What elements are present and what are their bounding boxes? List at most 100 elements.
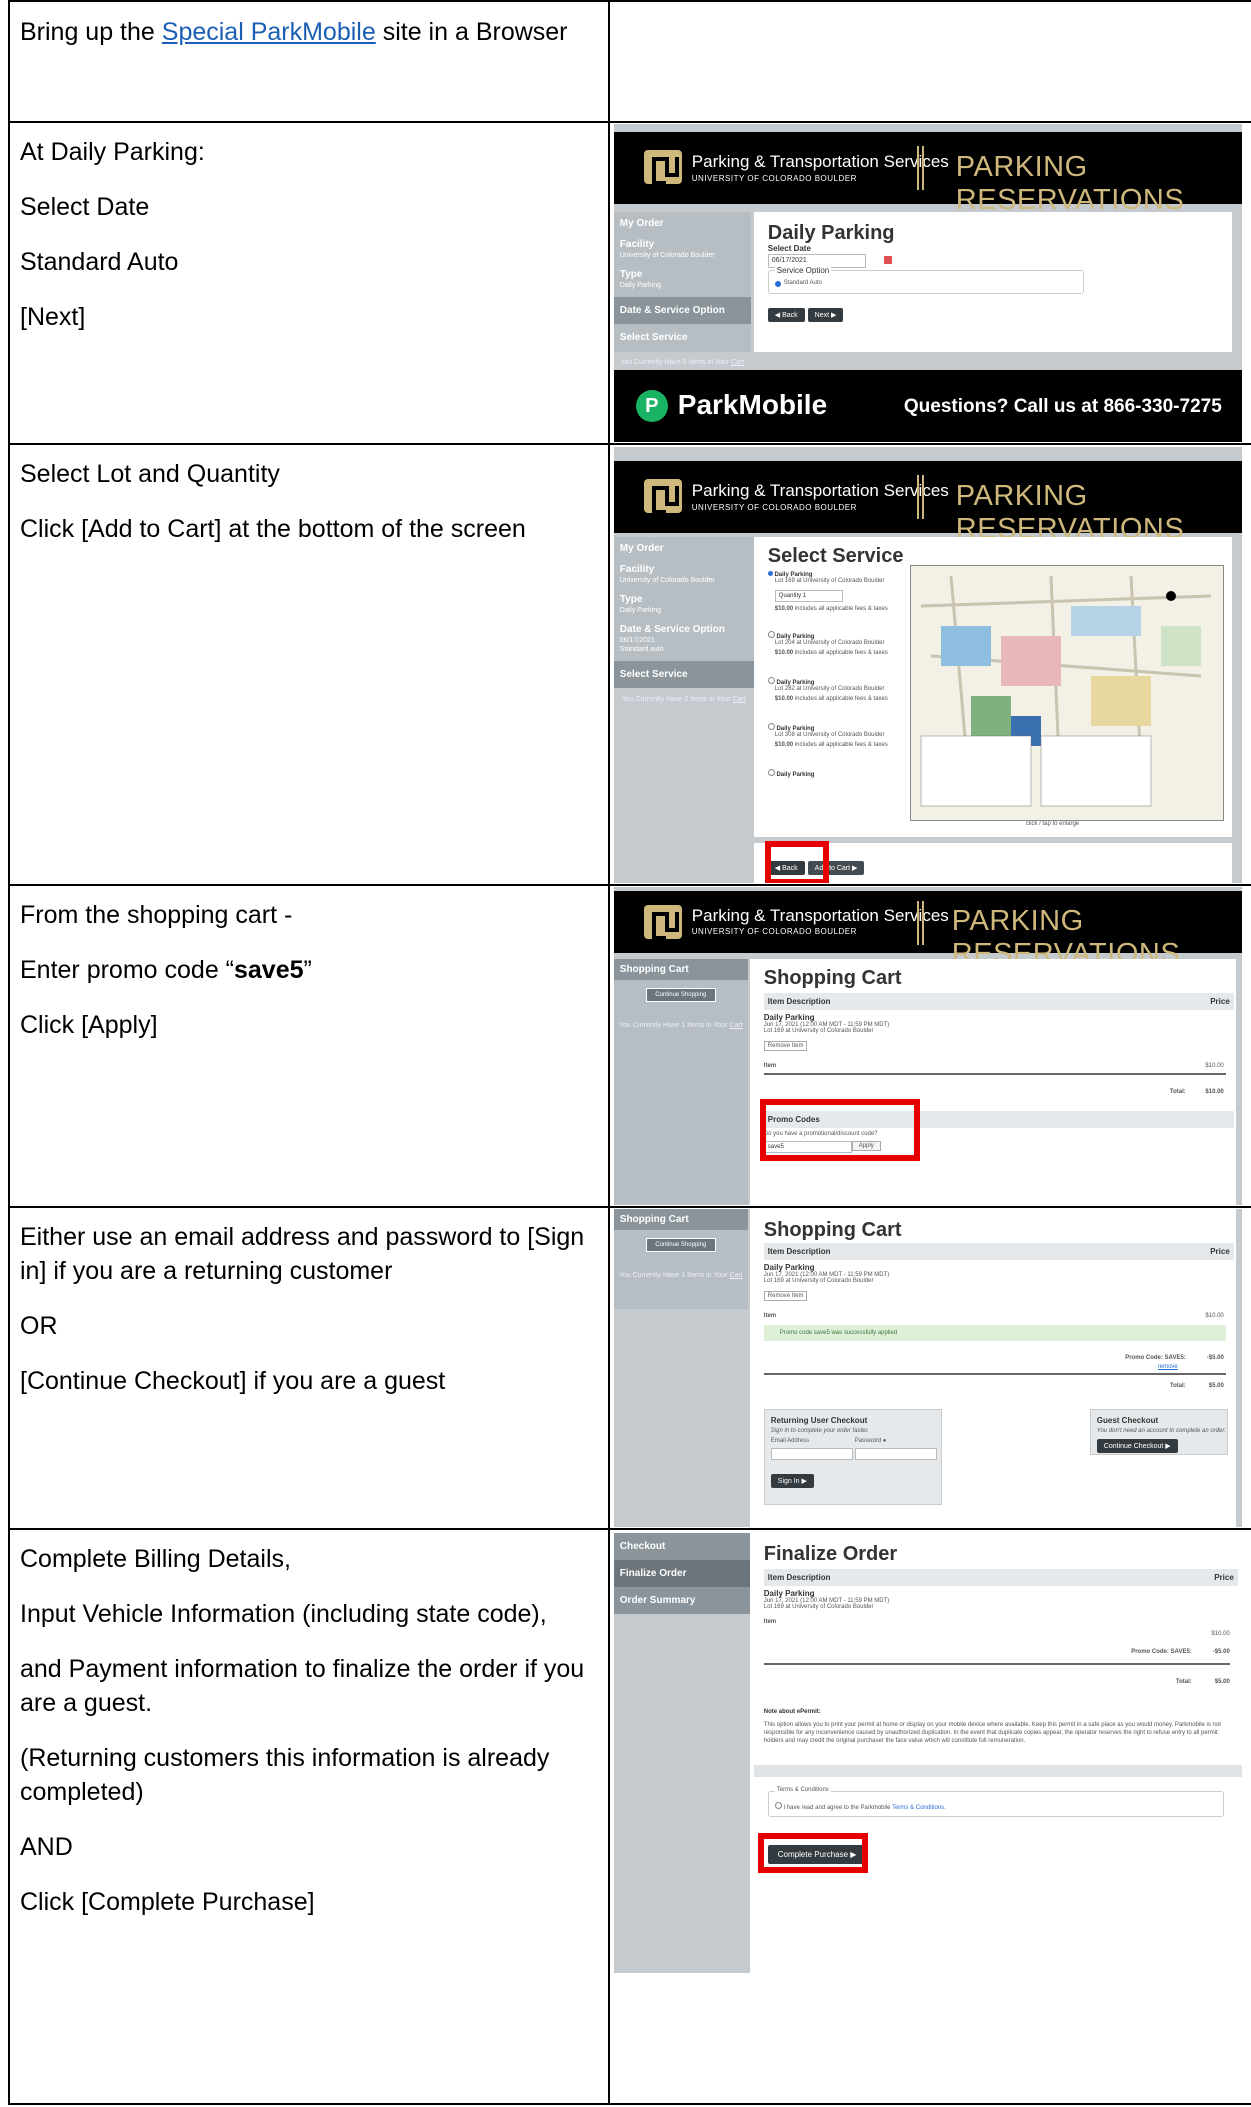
continue-checkout-button[interactable]: Continue Checkout ▶	[1096, 1439, 1178, 1453]
sign-in-button[interactable]: Sign In ▶	[770, 1474, 814, 1488]
info-icon: ●	[882, 1438, 887, 1444]
terms-link[interactable]: Terms & Conditions.	[892, 1805, 946, 1811]
lot-price-note: includes all applicable fees & taxes	[794, 606, 888, 612]
side-select-service[interactable]: Select Service	[620, 332, 745, 343]
promo-code-text: save5	[234, 956, 304, 984]
step-2-line-4: [Next]	[20, 303, 86, 331]
lot-price-note: includes all applicable fees & taxes	[794, 742, 888, 748]
remove-item-button[interactable]: Remove Item	[763, 1041, 808, 1051]
terms-checkbox[interactable]	[774, 1802, 782, 1809]
promo-remove-link[interactable]: remove	[1158, 1364, 1178, 1370]
lot-list: Daily Parking Lot 169 at University of C…	[767, 571, 892, 778]
total-value: $10.00	[1205, 1089, 1224, 1095]
finalize-main: Finalize Order Item Description Price Dai…	[753, 1533, 1242, 1973]
lot-radio[interactable]	[767, 677, 775, 684]
continue-shopping-button[interactable]: Continue Shopping	[645, 988, 716, 1002]
standard-auto-radio[interactable]	[774, 281, 781, 287]
step-4-image-cell: Parking & Transportation Services UNIVER…	[607, 884, 1251, 1208]
step-1-text-a: Bring up the	[20, 18, 162, 46]
lot-price: $10.00	[774, 742, 794, 748]
lot-price-note: includes all applicable fees & taxes	[794, 696, 888, 702]
step-4-cell: From the shopping cart - Enter promo cod…	[8, 884, 610, 1208]
returning-sub: Sign in to complete your order faster.	[770, 1428, 869, 1434]
lot-label: Lot 308 at University of Colorado Boulde…	[774, 732, 885, 738]
terms-text: I have read and agree to the Parkmobile	[783, 1805, 893, 1811]
side-order-summary[interactable]: Order Summary	[620, 1595, 744, 1606]
calendar-icon[interactable]	[883, 256, 892, 264]
lot-option[interactable]: Daily Parking Lot 204 at University of C…	[767, 631, 892, 677]
total-label: Total:	[1169, 1383, 1186, 1389]
side-cart-link[interactable]: Cart	[729, 1022, 742, 1029]
password-field[interactable]	[854, 1448, 937, 1460]
item-price: $10.00	[1211, 1631, 1230, 1637]
total-label: Total:	[1175, 1679, 1192, 1685]
special-parkmobile-link[interactable]: Special ParkMobile	[162, 18, 376, 46]
step-1-cell: Bring up the Special ParkMobile site in …	[8, 0, 610, 123]
step-3-cell: Select Lot and Quantity Click [Add to Ca…	[8, 443, 610, 886]
lot-price: $10.00	[774, 696, 794, 702]
lot-radio[interactable]	[767, 723, 775, 730]
side-facility-val: University of Colorado Boulder	[619, 252, 715, 259]
guest-title: Guest Checkout	[1096, 1416, 1159, 1425]
cu-logo-icon	[643, 905, 682, 940]
lot-option[interactable]: Daily Parking Lot 169 at University of C…	[767, 571, 892, 631]
cart-sidebar-2: Shopping Cart Continue Shopping You Curr…	[613, 1209, 748, 1309]
lot-label: Lot 169 at University of Colorado Boulde…	[774, 578, 885, 584]
finalize-item-name: Daily Parking	[763, 1589, 815, 1598]
parkmobile-logo-icon: P	[635, 390, 668, 422]
lot-option[interactable]: Daily Parking	[767, 769, 892, 778]
step-2-line-2: Select Date	[20, 193, 150, 221]
lot-radio[interactable]	[767, 769, 775, 776]
lot-price: $10.00	[774, 650, 794, 656]
step-4-line-2: Enter promo code “save5”	[20, 953, 598, 987]
side-my-order: My Order	[619, 543, 664, 554]
step-6-line-5: AND	[20, 1833, 73, 1861]
cu-banner-2: Parking & Transportation Services UNIVER…	[613, 461, 1242, 545]
lot-option[interactable]: Daily Parking Lot 282 at University of C…	[767, 677, 892, 723]
promo-quote-open: Enter promo code “	[20, 956, 234, 984]
cart-item-lot: Lot 169 at University of Colorado Boulde…	[763, 1028, 874, 1034]
step-1-text-b: site in a Browser	[375, 18, 568, 46]
continue-shopping-button[interactable]: Continue Shopping	[645, 1238, 716, 1252]
cart-title: Shopping Cart	[763, 1219, 902, 1241]
lot-radio[interactable]	[767, 631, 775, 638]
side-select-service[interactable]: Select Service	[620, 669, 748, 680]
parkmobile-questions: Questions? Call us at 866-330-7275	[903, 396, 1222, 417]
remove-item-button[interactable]: Remove Item	[763, 1291, 808, 1301]
step-6-line-4: (Returning customers this information is…	[20, 1744, 550, 1806]
step-2-line-1: At Daily Parking:	[20, 138, 205, 166]
quantity-select[interactable]: Quantity 1	[774, 590, 843, 602]
epermit-note-text: This option allows you to print your per…	[763, 1722, 1221, 1744]
lot-option[interactable]: Daily Parking Lot 308 at University of C…	[767, 723, 892, 769]
side-cart-link[interactable]: Cart	[731, 359, 744, 366]
lot-radio-selected[interactable]	[767, 571, 773, 576]
shopping-cart-screenshot: Parking & Transportation Services UNIVER…	[613, 887, 1242, 1205]
next-button[interactable]: Next ▶	[807, 308, 844, 322]
side-service-val: Standard auto	[619, 646, 664, 653]
side-type-val: Daily Parking	[619, 282, 662, 289]
promo-line-label: Promo Code: SAVE5:	[1131, 1649, 1192, 1655]
step-3-line-1: Select Lot and Quantity	[20, 460, 280, 488]
select-service-screenshot: Parking & Transportation Services UNIVER…	[613, 447, 1242, 883]
step-5-cell: Either use an email address and password…	[8, 1206, 610, 1530]
finalize-item-lot: Lot 169 at University of Colorado Boulde…	[763, 1604, 874, 1610]
campus-map[interactable]	[909, 565, 1224, 821]
email-field[interactable]	[770, 1448, 853, 1460]
side-date-service[interactable]: Date & Service Option	[620, 305, 745, 316]
side-facility: Facility	[619, 564, 655, 575]
campus-map-graphic	[910, 566, 1223, 820]
step-3-line-2: Click [Add to Cart] at the bottom of the…	[20, 515, 526, 543]
side-cart-link[interactable]: Cart	[732, 696, 745, 703]
back-button[interactable]: ◀ Back	[767, 308, 805, 322]
step-6-line-1: Complete Billing Details,	[20, 1545, 291, 1573]
side-cart-link[interactable]: Cart	[729, 1272, 742, 1279]
cu-logo-icon	[643, 479, 682, 514]
item-desc-header: Item Description	[767, 1573, 831, 1582]
item-label: Item	[763, 1063, 777, 1069]
side-date-service: Date & Service Option	[619, 624, 725, 635]
guest-sub: You don't need an account to complete an…	[1096, 1428, 1226, 1434]
side-my-order: My Order	[619, 218, 664, 229]
step-6-cell: Complete Billing Details, Input Vehicle …	[8, 1528, 610, 2105]
side-finalize-order[interactable]: Finalize Order	[620, 1568, 744, 1579]
promo-applied-message: Promo code save5 was successfully applie…	[763, 1325, 1226, 1341]
